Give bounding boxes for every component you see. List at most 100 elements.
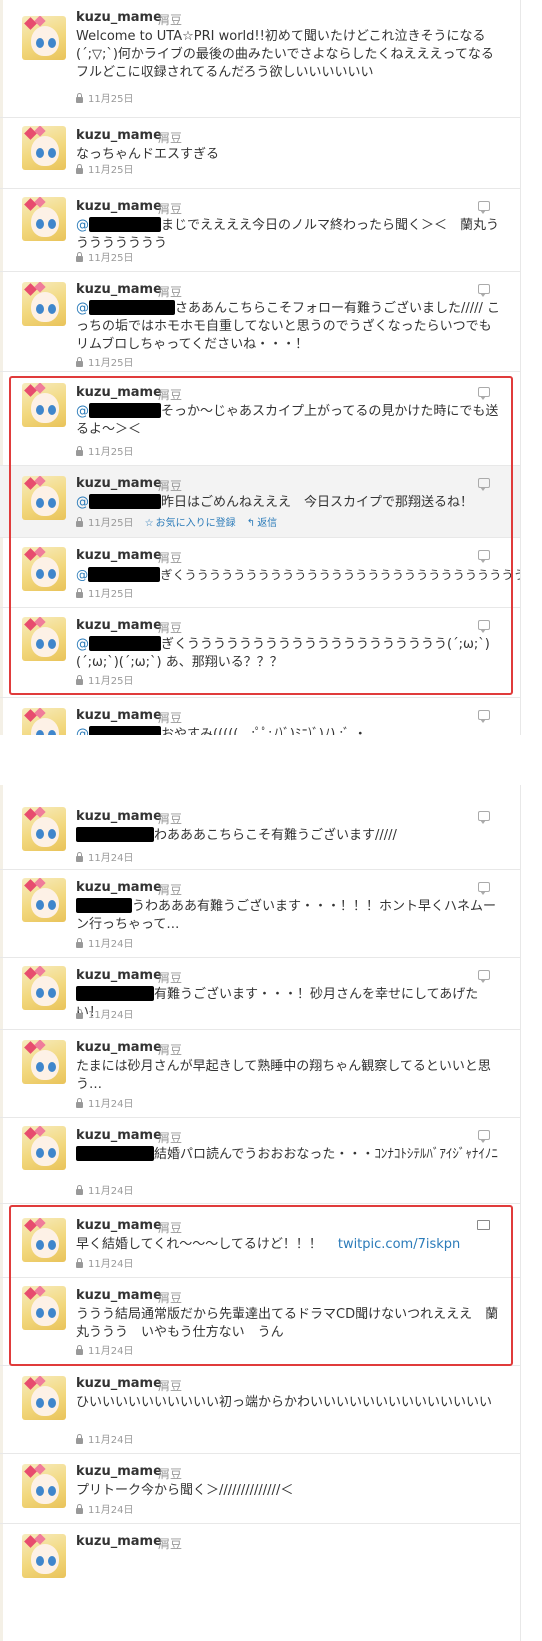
tweet-item[interactable]: kuzu_mame 屑豆 なっちゃんドエスすぎる 11月25日 — [0, 118, 520, 189]
mention[interactable]: @ — [76, 495, 89, 510]
username[interactable]: kuzu_mame — [76, 1464, 162, 1479]
reply-button[interactable]: 返信 — [257, 518, 277, 529]
username[interactable]: kuzu_mame — [76, 1040, 162, 1055]
tweet-item[interactable]: kuzu_mame 屑豆 ひいいいいいいいいいい初っ端からかわいいいいいいいいい… — [0, 1366, 520, 1454]
tweet-item[interactable]: kuzu_mame 屑豆 有難うございます・・・！砂月さんを幸せにしてあげたい！… — [0, 958, 520, 1030]
timestamp[interactable]: 11月24日 — [88, 939, 133, 950]
username[interactable]: kuzu_mame — [76, 1218, 162, 1233]
tweet-item[interactable]: kuzu_mame 屑豆 — [0, 1524, 520, 1584]
tweet-item[interactable]: kuzu_mame 屑豆 @ 昨日はごめんねえええ 今日スカイプで那翔送るね！ 1… — [0, 466, 520, 538]
timestamp[interactable]: 11月25日 — [88, 253, 133, 264]
timestamp[interactable]: 11月25日 — [88, 589, 133, 600]
timestamp[interactable]: 11月25日 — [88, 676, 133, 687]
tweet-item[interactable]: kuzu_mame 屑豆 うわあああ有難うございます・・・！！！ホント早くハネム… — [0, 870, 520, 958]
avatar[interactable] — [22, 966, 66, 1010]
username[interactable]: kuzu_mame — [76, 809, 162, 824]
tweet-link[interactable]: twitpic.com/7iskpn — [338, 1237, 460, 1252]
tweet-item[interactable]: kuzu_mame 屑豆 わあああこちらこそ有難うございます///// 11月2… — [0, 785, 520, 870]
username[interactable]: kuzu_mame — [76, 282, 162, 297]
avatar[interactable] — [22, 547, 66, 591]
reply-icon[interactable] — [478, 201, 490, 214]
mention[interactable]: @ — [76, 301, 89, 316]
username[interactable]: kuzu_mame — [76, 199, 162, 214]
username[interactable]: kuzu_mame — [76, 10, 162, 25]
reply-icon[interactable] — [478, 620, 490, 633]
timestamp[interactable]: 11月24日 — [88, 1435, 133, 1446]
avatar[interactable] — [22, 1126, 66, 1170]
reply-icon[interactable] — [478, 1130, 490, 1143]
reply-icon[interactable] — [478, 882, 490, 895]
favorite-star-icon[interactable]: ☆ — [145, 518, 154, 529]
timestamp[interactable]: 11月24日 — [88, 1186, 133, 1197]
timestamp[interactable]: 11月24日 — [88, 1505, 133, 1516]
reply-icon[interactable] — [478, 478, 490, 491]
tweet-item[interactable]: kuzu_mame 屑豆 @ そっか〜じゃあスカイプ上がってるの見かけた時にでも送… — [0, 375, 520, 466]
username[interactable]: kuzu_mame — [76, 1288, 162, 1303]
reply-icon[interactable] — [478, 811, 490, 824]
avatar[interactable] — [22, 1286, 66, 1330]
mention[interactable]: @ — [76, 218, 89, 233]
username[interactable]: kuzu_mame — [76, 708, 162, 723]
username[interactable]: kuzu_mame — [76, 618, 162, 633]
avatar[interactable] — [22, 708, 66, 735]
reply-icon[interactable] — [478, 970, 490, 983]
tweet-item[interactable]: kuzu_mame 屑豆 プリトーク今から聞く＞//////////////＜ … — [0, 1454, 520, 1524]
tweet-item[interactable]: kuzu_mame 屑豆 @ おやすみ((((( ;ﾟﾟ;ﾉ)ﾞ)ﾐﾆ)ﾞ)ﾉ) … — [0, 698, 520, 735]
mention[interactable]: @ — [76, 404, 89, 419]
username[interactable]: kuzu_mame — [76, 1534, 162, 1549]
username[interactable]: kuzu_mame — [76, 548, 162, 563]
reply-icon[interactable] — [478, 387, 490, 400]
timestamp[interactable]: 11月25日 — [88, 358, 133, 369]
mention[interactable]: @ — [76, 568, 88, 582]
avatar[interactable] — [22, 383, 66, 427]
timestamp[interactable]: 11月25日 — [88, 518, 133, 529]
mention[interactable]: @ — [76, 727, 89, 735]
avatar[interactable] — [22, 282, 66, 326]
tweet-item[interactable]: kuzu_mame 屑豆 早く結婚してくれ〜〜〜してるけど！！！ twitpic.… — [0, 1208, 520, 1278]
timestamp[interactable]: 11月24日 — [88, 1010, 133, 1021]
username[interactable]: kuzu_mame — [76, 128, 162, 143]
tweet-item[interactable]: kuzu_mame 屑豆 ううう結局通常版だから先輩達出てるドラマCD聞けないつ… — [0, 1278, 520, 1366]
avatar[interactable] — [22, 1376, 66, 1420]
username[interactable]: kuzu_mame — [76, 476, 162, 491]
reply-icon[interactable] — [478, 710, 490, 723]
avatar[interactable] — [22, 197, 66, 241]
username[interactable]: kuzu_mame — [76, 1376, 162, 1391]
avatar[interactable] — [22, 476, 66, 520]
timestamp[interactable]: 11月24日 — [88, 1099, 133, 1110]
screen-name: 屑豆 — [158, 202, 183, 216]
tweet-item[interactable]: kuzu_mame 屑豆 @ まじでええええ今日のノルマ終わったら聞く＞＜ 蘭丸う… — [0, 189, 520, 272]
avatar[interactable] — [22, 878, 66, 922]
avatar[interactable] — [22, 1534, 66, 1578]
timestamp[interactable]: 11月24日 — [88, 853, 133, 864]
username[interactable]: kuzu_mame — [76, 1128, 162, 1143]
timestamp[interactable]: 11月24日 — [88, 1346, 133, 1357]
tweet-text: たまには砂月さんが早起きして熟睡中の翔ちゃん観察してるといいと思う… — [76, 1059, 491, 1092]
avatar[interactable] — [22, 1464, 66, 1508]
mention[interactable]: @ — [76, 637, 89, 652]
tweet-item[interactable]: kuzu_mame 屑豆 @ さああんこちらこそフォロー有難うございました////… — [0, 272, 520, 372]
timestamp[interactable]: 11月25日 — [88, 165, 133, 176]
username[interactable]: kuzu_mame — [76, 968, 162, 983]
avatar[interactable] — [22, 617, 66, 661]
username[interactable]: kuzu_mame — [76, 385, 162, 400]
tweet-item[interactable]: kuzu_mame 屑豆 たまには砂月さんが早起きして熟睡中の翔ちゃん観察してる… — [0, 1030, 520, 1118]
timestamp[interactable]: 11月24日 — [88, 1259, 133, 1270]
reply-icon[interactable] — [478, 550, 490, 563]
avatar[interactable] — [22, 807, 66, 851]
avatar[interactable] — [22, 126, 66, 170]
tweet-item[interactable]: kuzu_mame 屑豆 Welcome to UTA☆PRI world!!初… — [0, 0, 520, 118]
timestamp[interactable]: 11月25日 — [88, 94, 133, 105]
tweet-item[interactable]: kuzu_mame 屑豆 @ ぎくうううううううううううううううううううう(´;ω… — [0, 608, 520, 698]
reply-icon[interactable] — [478, 284, 490, 297]
reply-arrow-icon[interactable]: ↰ — [247, 518, 255, 529]
tweet-item[interactable]: kuzu_mame 屑豆 結婚パロ読んでうおおおなった・・・ｺﾝﾅｺﾄｼﾃﾙﾊﾞ… — [0, 1118, 520, 1204]
favorite-button[interactable]: お気に入りに登録 — [156, 518, 236, 529]
avatar[interactable] — [22, 16, 66, 60]
username[interactable]: kuzu_mame — [76, 880, 162, 895]
avatar[interactable] — [22, 1218, 66, 1262]
timestamp[interactable]: 11月25日 — [88, 447, 133, 458]
avatar[interactable] — [22, 1040, 66, 1084]
photo-icon[interactable] — [474, 1220, 490, 1233]
tweet-item[interactable]: kuzu_mame 屑豆 @ ぎくうううううううううううううううううううううううう… — [0, 538, 520, 608]
